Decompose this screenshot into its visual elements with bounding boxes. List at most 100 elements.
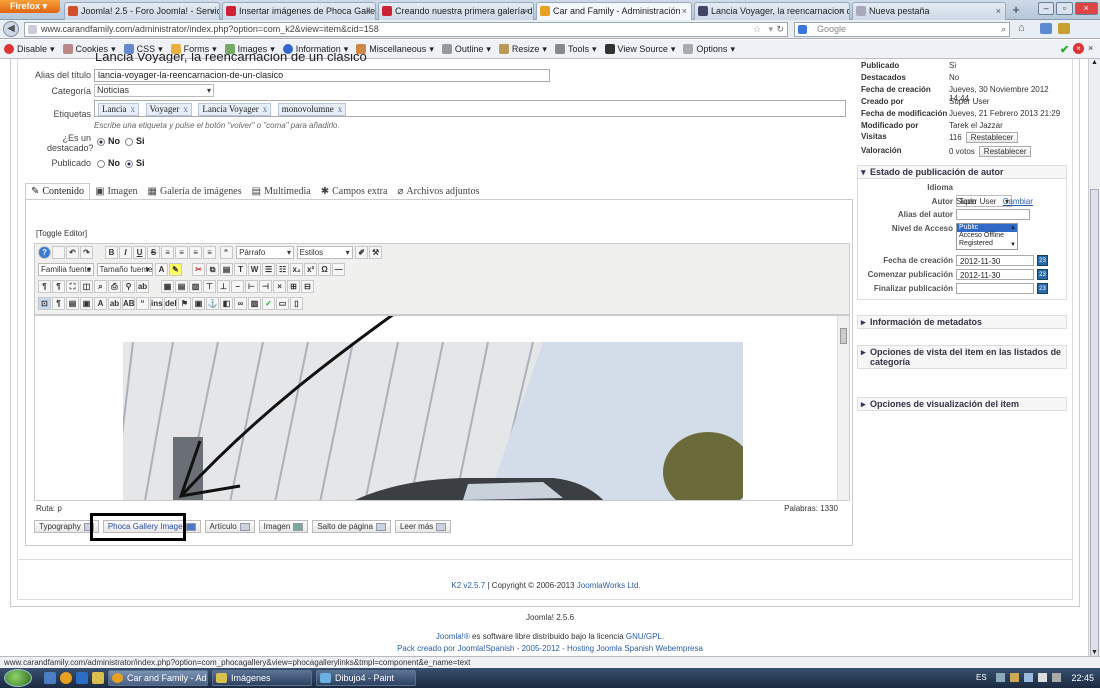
undo-icon[interactable]: ↶ (66, 246, 79, 259)
find-icon[interactable]: ⚲ (122, 280, 135, 293)
print-icon[interactable]: ⎙ (108, 280, 121, 293)
help-icon[interactable]: ? (38, 246, 51, 259)
listbox-scroll-up-icon[interactable]: ▲ (1010, 224, 1016, 232)
row-after-icon[interactable]: ⊥ (217, 280, 231, 293)
rtl-icon[interactable]: ¶ (52, 280, 65, 293)
metadata-panel-header[interactable]: Información de metadatos (857, 315, 1067, 329)
cleanup-icon[interactable]: ⚒ (369, 246, 383, 259)
joomla-link[interactable]: Joomla!® (436, 632, 470, 641)
row-before-icon[interactable]: ⊤ (203, 280, 217, 293)
listbox-scroll-down-icon[interactable]: ▼ (1010, 241, 1016, 249)
reset-rating-button[interactable]: Restablecer (978, 146, 1032, 157)
image-button[interactable]: Imagen (258, 520, 309, 533)
delete-col-icon[interactable]: × (273, 280, 287, 293)
back-arrow-icon[interactable]: ◀ (3, 21, 19, 37)
published-si-option[interactable]: Si (125, 158, 145, 168)
change-author-link[interactable]: Cambiar (1003, 197, 1033, 206)
tab-gallery-create[interactable]: Creando nuestra primera galería de... × (378, 2, 534, 20)
italic-icon[interactable]: I (119, 246, 133, 259)
tab-multimedia[interactable]: ▤ Multimedia (247, 184, 316, 199)
publish-start-input[interactable]: 2012-11-30 14:44:23 (956, 269, 1034, 291)
item-view-options-header[interactable]: Opciones de visualización del item (857, 397, 1067, 411)
subscript-icon[interactable]: x₂ (290, 263, 304, 276)
tab-archivos[interactable]: ⌀ Archivos adjuntos (392, 184, 484, 199)
merge-cells-icon[interactable]: ⊟ (301, 280, 315, 293)
editor-scroll-thumb[interactable] (840, 328, 847, 344)
gpl-link[interactable]: GNU/GPL. (626, 632, 664, 641)
volume-icon[interactable] (1038, 673, 1047, 682)
radio-icon[interactable] (125, 137, 133, 146)
fullscreen-icon[interactable]: ⛶ (66, 280, 79, 293)
new-tab-plus-icon[interactable]: + (1008, 2, 1024, 18)
joomlaworks-link[interactable]: JoomlaWorks Ltd. (577, 581, 641, 590)
options-menu[interactable]: Options ▾ (679, 44, 739, 55)
publish-end-input[interactable] (956, 283, 1034, 294)
item-title-input-partial[interactable]: Lancia Voyager, la reencarnación de un c… (95, 53, 550, 63)
alias-input[interactable]: lancia-voyager-la-reencarnacion-de-un-cl… (94, 69, 550, 82)
toggle-editor-link[interactable]: [Toggle Editor] (36, 229, 87, 238)
tab-imagen[interactable]: ▣ Imagen (90, 184, 142, 199)
windows-start-icon[interactable] (4, 669, 32, 687)
media-icon[interactable]: ▣ (80, 297, 93, 310)
insert-table-icon[interactable]: ▦ (161, 280, 175, 293)
radio-selected-icon[interactable] (97, 137, 105, 146)
deletion-icon[interactable]: del (164, 297, 177, 310)
paste-text-icon[interactable]: T (234, 263, 248, 276)
article-button[interactable]: Artículo (204, 520, 255, 533)
copy-icon[interactable]: ⧉ (206, 263, 220, 276)
scroll-up-icon[interactable]: ▲ (1091, 59, 1098, 66)
image-icon[interactable]: ▨ (248, 297, 261, 310)
author-alias-input[interactable] (956, 209, 1030, 220)
tab-joomla-forum[interactable]: Joomla! 2.5 - Foro Joomla! - Servici... × (64, 2, 220, 20)
tags-input[interactable]: Lancia x Voyager x Lancia Voyager x monovol… (94, 100, 846, 117)
anchor-icon[interactable]: ⚓ (206, 297, 219, 310)
tag-chip[interactable]: monovolumne x (277, 103, 347, 116)
editor-content-area[interactable] (34, 315, 850, 501)
tab-lancia-voyager[interactable]: Lancia Voyager, la reencarnacion d... × (694, 2, 850, 20)
underline-icon[interactable]: U (133, 246, 147, 259)
ie-quicklaunch-icon[interactable] (76, 672, 88, 684)
tray-icon[interactable] (996, 673, 1005, 682)
font-size-select[interactable]: Tamaño fuente (96, 263, 153, 276)
template-icon[interactable]: ▤ (66, 297, 79, 310)
link-icon[interactable]: ∞ (234, 297, 247, 310)
calendar-icon[interactable]: 23 (1037, 255, 1048, 266)
close-tab-icon[interactable]: × (840, 3, 845, 19)
close-tab-icon[interactable]: × (366, 3, 371, 19)
align-right-icon[interactable]: ≡ (189, 246, 203, 259)
font-family-select[interactable]: Familia fuente (38, 263, 94, 276)
addon-icon[interactable] (1058, 23, 1070, 34)
tag-chip[interactable]: Lancia Voyager x (198, 103, 272, 116)
access-option[interactable]: Registered (957, 240, 1017, 248)
ltr-icon[interactable]: ¶ (38, 280, 51, 293)
view-source-menu[interactable]: View Source ▾ (601, 44, 680, 55)
attributes-icon[interactable]: ⚑ (178, 297, 191, 310)
firefox-quicklaunch-icon[interactable] (60, 672, 72, 684)
calendar-icon[interactable]: 23 (1037, 269, 1048, 280)
task-car-and-family[interactable]: Car and Family - Ad... (108, 670, 208, 686)
insert-layer-icon[interactable]: ◧ (220, 297, 233, 310)
dropdown-arrow-icon[interactable]: ▾ (768, 23, 773, 36)
tray-icon[interactable] (1010, 673, 1019, 682)
task-imagenes[interactable]: Imágenes (212, 670, 312, 686)
cut-icon[interactable]: ✂ (192, 263, 206, 276)
tab-car-and-family-admin[interactable]: Car and Family - Administración × (536, 2, 692, 21)
system-clock[interactable]: 22:45 (1071, 668, 1094, 688)
task-paint[interactable]: Dibujo4 - Paint (316, 670, 416, 686)
radio-icon[interactable] (97, 159, 105, 168)
category-view-options-header[interactable]: Opciones de vista del item en las listad… (857, 345, 1067, 369)
search-replace-icon[interactable]: ⌕ (94, 280, 107, 293)
paste-word-icon[interactable]: W (248, 263, 262, 276)
tab-phoca-insert[interactable]: Insertar imágenes de Phoca Gallery ...× (222, 2, 376, 20)
maximize-icon[interactable]: ▫ (1056, 2, 1073, 15)
minimize-icon[interactable]: – (1038, 2, 1055, 15)
access-level-listbox[interactable]: Public Acceso Offline Registered ▲ ▼ (956, 223, 1018, 250)
insertion-icon[interactable]: ins (150, 297, 163, 310)
redo-icon[interactable]: ↷ (80, 246, 93, 259)
spellcheck-icon[interactable]: ✓ (262, 297, 275, 310)
published-no-option[interactable]: No (97, 158, 120, 168)
firefox-menu-button[interactable]: Firefox ▾ (0, 0, 60, 13)
search-icon[interactable]: ⌕ (1001, 23, 1006, 36)
split-cells-icon[interactable]: ⊞ (287, 280, 301, 293)
close-tab-icon[interactable]: × (524, 3, 529, 19)
